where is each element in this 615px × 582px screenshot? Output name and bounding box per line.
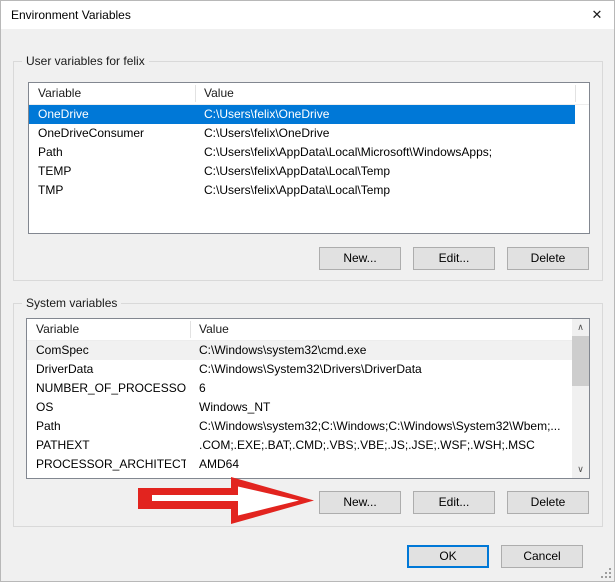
row-value: C:\Users\felix\AppData\Local\Temp	[204, 181, 565, 200]
row-value: C:\Windows\system32\cmd.exe	[199, 341, 569, 360]
table-row[interactable]: Path C:\Users\felix\AppData\Local\Micros…	[29, 143, 575, 162]
column-divider[interactable]	[190, 321, 191, 338]
row-value: C:\Windows\System32\Drivers\DriverData	[199, 360, 569, 379]
vertical-scrollbar[interactable]: ∧ ∨	[572, 319, 589, 478]
row-value: C:\Users\felix\AppData\Local\Temp	[204, 162, 565, 181]
title-bar: Environment Variables ✕	[1, 1, 614, 29]
close-icon[interactable]: ✕	[580, 1, 614, 29]
system-variables-table[interactable]: Variable Value ComSpec C:\Windows\system…	[26, 318, 590, 479]
scroll-up-icon[interactable]: ∧	[572, 319, 589, 336]
table-row[interactable]: ComSpec C:\Windows\system32\cmd.exe	[27, 341, 589, 360]
table-header[interactable]: Variable Value	[29, 83, 589, 105]
column-divider[interactable]	[575, 85, 576, 102]
scroll-down-icon[interactable]: ∨	[572, 461, 589, 478]
table-row[interactable]: TEMP C:\Users\felix\AppData\Local\Temp	[29, 162, 575, 181]
table-row[interactable]: DriverData C:\Windows\System32\Drivers\D…	[27, 360, 589, 379]
row-variable: NUMBER_OF_PROCESSORS	[36, 379, 186, 398]
row-variable: OneDriveConsumer	[38, 124, 188, 143]
window-title: Environment Variables	[1, 8, 131, 22]
resize-grip[interactable]	[600, 567, 611, 578]
system-edit-button[interactable]: Edit...	[413, 491, 495, 514]
row-variable: OneDrive	[38, 105, 188, 124]
column-header-variable[interactable]: Variable	[27, 319, 79, 340]
row-value: Windows_NT	[199, 398, 569, 417]
table-row[interactable]: OneDriveConsumer C:\Users\felix\OneDrive	[29, 124, 575, 143]
column-header-variable[interactable]: Variable	[29, 83, 81, 104]
row-value: C:\Users\felix\AppData\Local\Microsoft\W…	[204, 143, 565, 162]
scrollbar-thumb[interactable]	[572, 336, 589, 386]
user-variables-table[interactable]: Variable Value OneDrive C:\Users\felix\O…	[28, 82, 590, 234]
row-variable: Path	[38, 143, 188, 162]
system-variables-group-label: System variables	[22, 296, 121, 310]
row-variable: PROCESSOR_ARCHITECTURE	[36, 455, 186, 474]
row-variable: OS	[36, 398, 186, 417]
column-header-value[interactable]: Value	[190, 319, 229, 340]
environment-variables-dialog: Environment Variables ✕ User variables f…	[0, 0, 615, 582]
table-row[interactable]: NUMBER_OF_PROCESSORS 6	[27, 379, 589, 398]
table-header[interactable]: Variable Value	[27, 319, 589, 341]
row-variable: PATHEXT	[36, 436, 186, 455]
row-variable: ComSpec	[36, 341, 186, 360]
user-variables-group-label: User variables for felix	[22, 54, 149, 68]
row-variable: TMP	[38, 181, 188, 200]
table-row[interactable]: TMP C:\Users\felix\AppData\Local\Temp	[29, 181, 575, 200]
row-variable: TEMP	[38, 162, 188, 181]
user-delete-button[interactable]: Delete	[507, 247, 589, 270]
table-row[interactable]: Path C:\Windows\system32;C:\Windows;C:\W…	[27, 417, 589, 436]
table-row[interactable]: PATHEXT .COM;.EXE;.BAT;.CMD;.VBS;.VBE;.J…	[27, 436, 589, 455]
user-edit-button[interactable]: Edit...	[413, 247, 495, 270]
column-header-value[interactable]: Value	[195, 83, 234, 104]
system-delete-button[interactable]: Delete	[507, 491, 589, 514]
table-row[interactable]: OneDrive C:\Users\felix\OneDrive	[29, 105, 575, 124]
row-value: .COM;.EXE;.BAT;.CMD;.VBS;.VBE;.JS;.JSE;.…	[199, 436, 569, 455]
table-row[interactable]: OS Windows_NT	[27, 398, 589, 417]
row-variable: Path	[36, 417, 186, 436]
row-variable: DriverData	[36, 360, 186, 379]
row-value: C:\Users\felix\OneDrive	[204, 105, 565, 124]
table-row[interactable]: PROCESSOR_ARCHITECTURE AMD64	[27, 455, 589, 474]
user-new-button[interactable]: New...	[319, 247, 401, 270]
row-value: 6	[199, 379, 569, 398]
row-value: AMD64	[199, 455, 569, 474]
row-value: C:\Users\felix\OneDrive	[204, 124, 565, 143]
row-value: C:\Windows\system32;C:\Windows;C:\Window…	[199, 417, 569, 436]
column-divider[interactable]	[195, 85, 196, 102]
system-new-button[interactable]: New...	[319, 491, 401, 514]
ok-button[interactable]: OK	[407, 545, 489, 568]
cancel-button[interactable]: Cancel	[501, 545, 583, 568]
